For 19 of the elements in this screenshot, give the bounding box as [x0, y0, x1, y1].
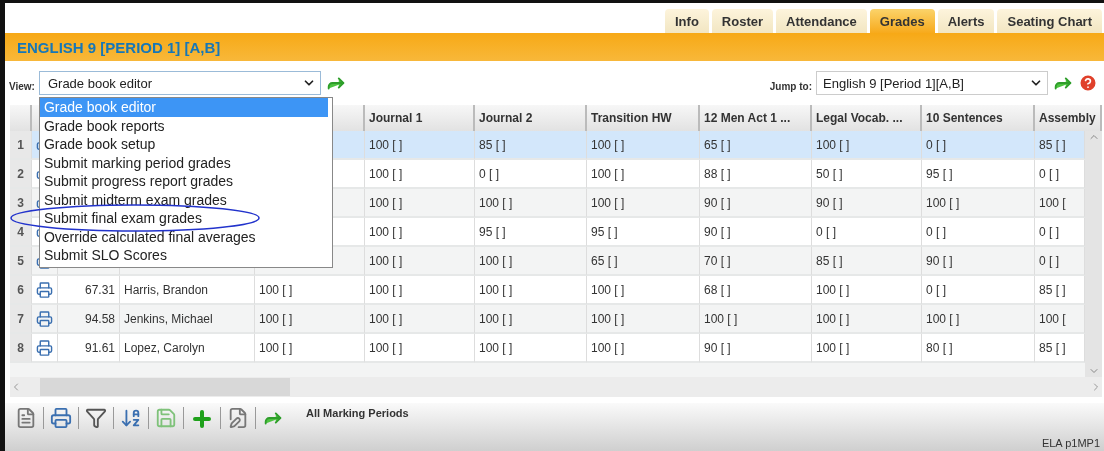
row-number: 2 [10, 160, 32, 189]
row-number: 5 [10, 247, 32, 276]
average-cell: 67.31 [58, 276, 120, 305]
marking-periods-label: All Marking Periods [306, 407, 409, 419]
row-number: 3 [10, 189, 32, 218]
student-name: Lopez, Carolyn [120, 334, 255, 363]
row-number: 8 [10, 334, 32, 363]
average-cell: 91.61 [58, 334, 120, 363]
average-cell: 94.58 [58, 305, 120, 334]
view-label: View: [9, 80, 35, 92]
student-name: Harris, Brandon [120, 276, 255, 305]
jump-label: Jump to: [769, 80, 812, 92]
row-number: 4 [10, 218, 32, 247]
row-number: 6 [10, 276, 32, 305]
row-number: 7 [10, 305, 32, 334]
class-title: ENGLISH 9 [PERIOD 1] [A,B] [17, 38, 221, 56]
student-name: Jenkins, Michael [120, 305, 255, 334]
status-text: ELA p1MP1 [1041, 437, 1100, 449]
row-number: 1 [10, 131, 32, 160]
